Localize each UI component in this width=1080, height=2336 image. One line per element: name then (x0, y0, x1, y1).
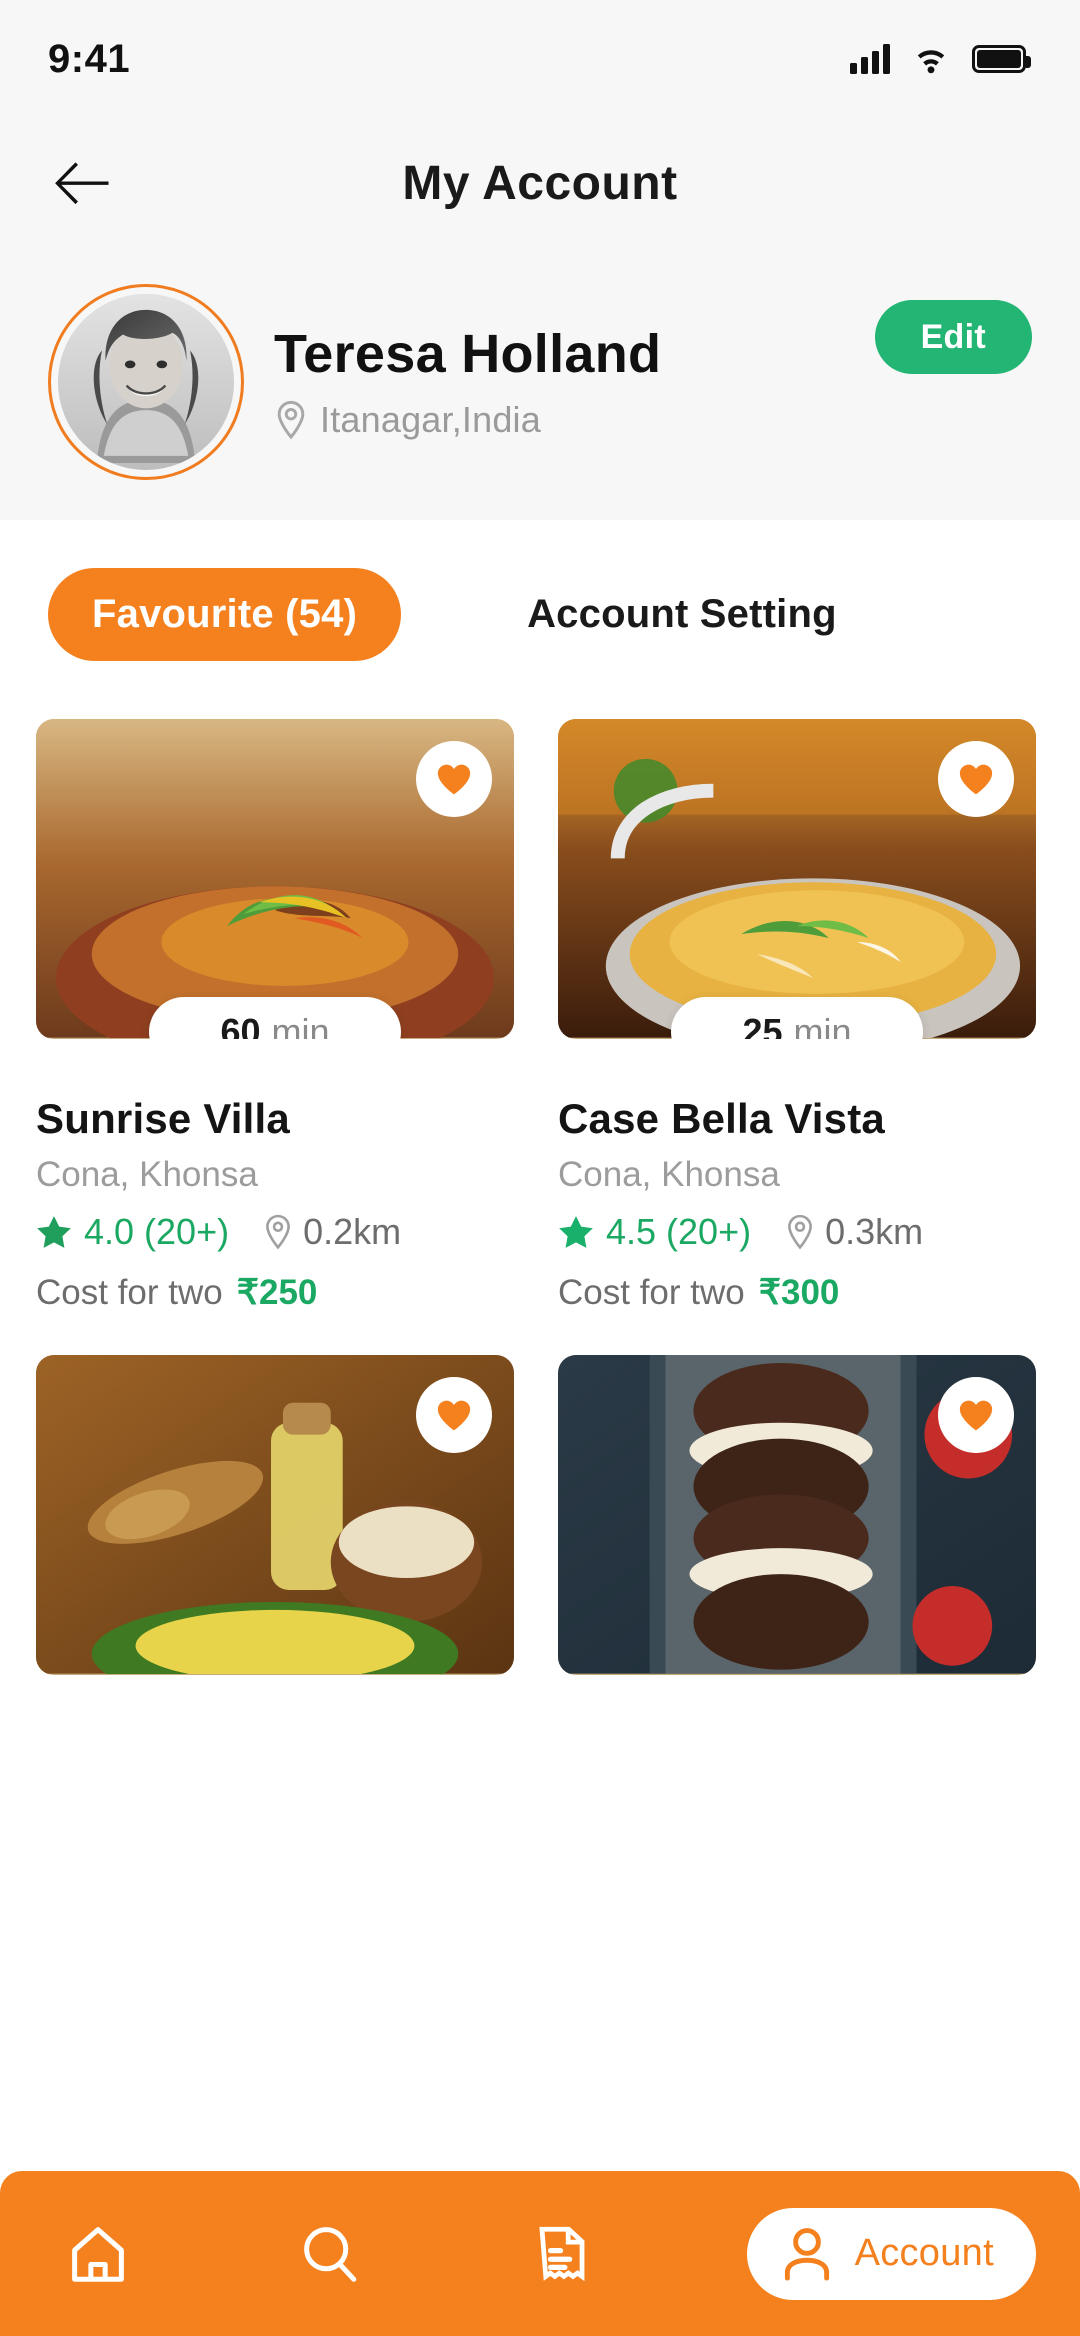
avatar-photo (58, 294, 234, 470)
heart-filled-icon (437, 1400, 471, 1431)
tab-bar: Favourite (54) Account Setting (0, 520, 1080, 661)
nav-account-active[interactable]: Account (746, 2207, 1036, 2300)
avatar[interactable] (58, 294, 234, 470)
profile-location: Itanagar,India (274, 399, 875, 441)
status-time: 9:41 (48, 36, 131, 81)
delivery-time-value: 25 (742, 1011, 783, 1039)
nav-search[interactable] (282, 2206, 378, 2302)
delivery-time-unit: min (271, 1011, 330, 1039)
profile-name: Teresa Holland (274, 323, 662, 384)
card-cost-label: Cost for two (36, 1273, 223, 1312)
restaurant-card[interactable]: 60 min Sunrise Villa Cona, Khonsa 4.0 (2… (36, 719, 514, 1313)
card-rating: 4.0 (20+) (36, 1211, 229, 1253)
header-zone: My Account Teresa Holland Itanagar,India… (0, 118, 1080, 520)
receipt-icon (539, 2226, 585, 2281)
favourite-heart-button[interactable] (938, 1377, 1014, 1453)
tab-favourite[interactable]: Favourite (54) (48, 568, 402, 661)
delivery-time-pill: 25 min (671, 997, 923, 1039)
delivery-time-value: 60 (220, 1011, 261, 1039)
star-icon (559, 1216, 593, 1248)
card-meta: 4.5 (20+) 0.3km (558, 1211, 1036, 1253)
favourite-heart-button[interactable] (416, 741, 492, 817)
card-rating-text: 4.0 (20+) (84, 1211, 230, 1252)
card-cost-value: ₹250 (236, 1273, 318, 1312)
card-meta: 4.0 (20+) 0.2km (36, 1211, 514, 1253)
wifi-icon (917, 50, 945, 74)
card-title: Case Bella Vista (558, 1095, 885, 1142)
card-cost-value: ₹300 (758, 1273, 840, 1312)
delivery-time-unit: min (793, 1011, 852, 1039)
page-title: My Account (402, 156, 678, 210)
heart-filled-icon (959, 764, 993, 795)
card-media: 25 min (558, 719, 1036, 1039)
nav-orders[interactable] (514, 2206, 610, 2302)
favourite-heart-button[interactable] (938, 741, 1014, 817)
card-cost-label: Cost for two (558, 1273, 745, 1312)
search-icon (304, 2226, 357, 2282)
card-media (558, 1355, 1036, 1675)
location-pin-icon (266, 1214, 291, 1250)
profile-section: Teresa Holland Itanagar,India Edit (0, 248, 1080, 480)
card-rating-text: 4.5 (20+) (606, 1211, 752, 1252)
delivery-time-pill: 60 min (149, 997, 401, 1039)
card-subtitle: Cona, Khonsa (36, 1155, 258, 1194)
status-icons (850, 44, 1031, 74)
heart-filled-icon (437, 764, 471, 795)
restaurant-card[interactable] (558, 1355, 1036, 1675)
card-cost: Cost for two ₹300 (558, 1273, 1036, 1313)
restaurant-card[interactable] (36, 1355, 514, 1675)
status-bar: 9:41 (0, 0, 1080, 118)
card-distance-text: 0.3km (825, 1211, 924, 1252)
nav-home[interactable] (50, 2206, 146, 2302)
card-title: Sunrise Villa (36, 1095, 290, 1142)
star-icon (37, 1216, 71, 1248)
card-media: 60 min (36, 719, 514, 1039)
card-media (36, 1355, 514, 1675)
avatar-ring (48, 284, 244, 480)
card-distance: 0.3km (785, 1211, 923, 1253)
tab-account-setting[interactable]: Account Setting (483, 568, 881, 661)
back-button[interactable] (48, 148, 118, 218)
back-arrow-icon (55, 162, 109, 205)
app-bar: My Account (0, 118, 1080, 248)
home-icon (72, 2226, 124, 2282)
heart-filled-icon (959, 1400, 993, 1431)
card-distance: 0.2km (263, 1211, 401, 1253)
person-icon (784, 2227, 829, 2281)
card-distance-text: 0.2km (303, 1211, 402, 1252)
nav-account-label: Account (854, 2232, 994, 2274)
restaurant-card[interactable]: 25 min Case Bella Vista Cona, Khonsa 4.5… (558, 719, 1036, 1313)
card-subtitle: Cona, Khonsa (558, 1155, 780, 1194)
battery-full-icon (972, 45, 1031, 73)
favourites-grid: 60 min Sunrise Villa Cona, Khonsa 4.0 (2… (0, 661, 1080, 1675)
location-pin-icon (277, 400, 305, 440)
location-pin-icon (788, 1214, 813, 1250)
card-rating: 4.5 (20+) (558, 1211, 751, 1253)
edit-profile-button[interactable]: Edit (874, 300, 1032, 374)
card-cost: Cost for two ₹250 (36, 1273, 514, 1313)
favourite-heart-button[interactable] (416, 1377, 492, 1453)
bottom-navigation: Account (0, 2171, 1080, 2336)
profile-location-text: Itanagar,India (320, 399, 541, 441)
profile-info: Teresa Holland Itanagar,India (244, 323, 875, 441)
signal-bars-icon (850, 44, 890, 74)
